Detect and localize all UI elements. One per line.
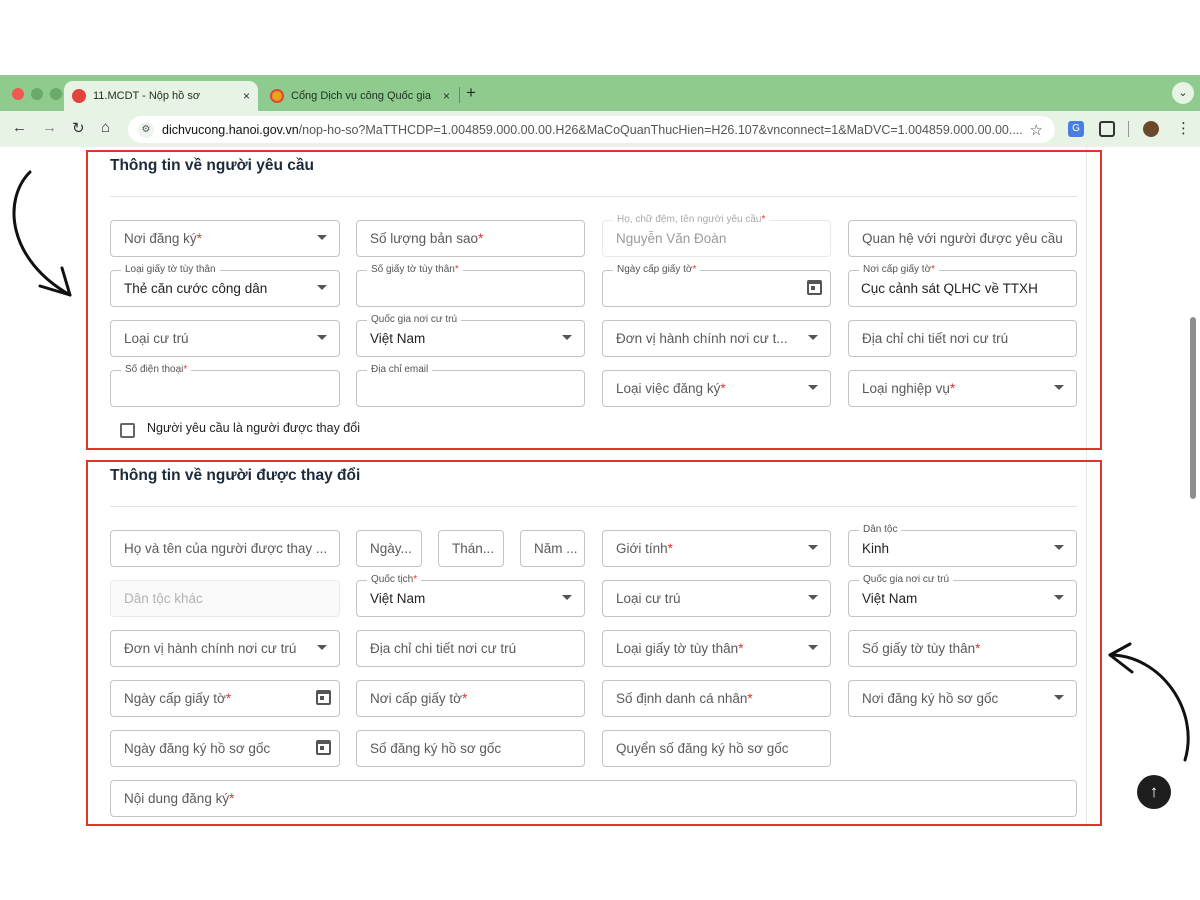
loai-cu-tru-select[interactable]: Loại cư trú — [110, 320, 340, 357]
ngay-sinh-input[interactable]: Ngày... — [356, 530, 422, 567]
ngay-cap-input[interactable]: Ngày cấp giấy tờ* — [602, 264, 831, 307]
dropdown-caret-icon — [317, 645, 327, 650]
quoc-gia-select[interactable]: Quốc gia nơi cư trú Việt Nam — [356, 314, 585, 357]
dropdown-caret-icon — [317, 235, 327, 240]
page-content: Thông tin về người yêu cầu Nơi đăng ký* … — [0, 147, 1200, 827]
dropdown-caret-icon — [808, 545, 818, 550]
ho-ten-nguoi-duoc-thay-doi-input[interactable]: Họ và tên của người được thay ... — [110, 530, 340, 567]
section-title: Thông tin về người được thay đổi — [110, 467, 361, 484]
quyen-so-goc-input[interactable]: Quyển số đăng ký hồ sơ gốc — [602, 730, 831, 767]
so-giay-to-input[interactable]: Số giấy tờ tùy thân* — [848, 630, 1077, 667]
dropdown-caret-icon — [1054, 385, 1064, 390]
ho-ten-nguoi-yeu-cau-field: Họ, chữ đệm, tên người yêu cầu* Nguyễn V… — [602, 214, 831, 257]
scroll-to-top-button[interactable]: ↑ — [1137, 775, 1171, 809]
translate-icon[interactable]: G — [1068, 121, 1084, 137]
dropdown-caret-icon — [808, 645, 818, 650]
tab-bar: 11.MCDT - Nộp hồ sơ × Cổng Dịch vụ công … — [0, 75, 1200, 111]
loai-giay-to-select[interactable]: Loại giấy tờ tùy thân* — [602, 630, 831, 667]
maximize-window-icon[interactable] — [50, 88, 62, 100]
loai-viec-dang-ky-select[interactable]: Loại việc đăng ký* — [602, 370, 831, 407]
tab-separator — [459, 87, 460, 103]
thang-sinh-input[interactable]: Thán... — [438, 530, 504, 567]
noi-cap-input[interactable]: Nơi cấp giấy tờ* Cục cảnh sát QLHC về TT… — [848, 264, 1077, 307]
minimize-window-icon[interactable] — [31, 88, 43, 100]
annotation-arrow-left — [12, 170, 72, 297]
address-bar[interactable]: ⚙ dichvucong.hanoi.gov.vn /nop-ho-so?MaT… — [128, 116, 1055, 143]
noi-dang-ky-goc-select[interactable]: Nơi đăng ký hồ sơ gốc — [848, 680, 1077, 717]
dropdown-caret-icon — [808, 595, 818, 600]
calendar-icon[interactable] — [807, 280, 822, 295]
close-tab-icon[interactable]: × — [443, 89, 450, 103]
browser-chrome: 11.MCDT - Nộp hồ sơ × Cổng Dịch vụ công … — [0, 75, 1200, 147]
divider — [110, 196, 1077, 197]
arrow-up-icon: ↑ — [1149, 782, 1159, 801]
close-tab-icon[interactable]: × — [243, 89, 250, 103]
loai-nghiep-vu-select[interactable]: Loại nghiệp vụ* — [848, 370, 1077, 407]
forward-icon[interactable]: → — [42, 119, 57, 136]
nam-sinh-input[interactable]: Năm ... — [520, 530, 585, 567]
dropdown-caret-icon — [317, 335, 327, 340]
close-window-icon[interactable] — [12, 88, 24, 100]
loai-cu-tru-select[interactable]: Loại cư trú — [602, 580, 831, 617]
don-vi-hanh-chinh-select[interactable]: Đơn vị hành chính nơi cư t... — [602, 320, 831, 357]
so-dien-thoai-input[interactable]: Số điện thoại* — [110, 364, 340, 407]
section-title: Thông tin về người yêu cầu — [110, 157, 314, 174]
nguoi-yeu-cau-checkbox[interactable] — [120, 423, 135, 438]
calendar-icon[interactable] — [316, 740, 331, 755]
tab-search-icon[interactable]: ⌄ — [1172, 82, 1194, 104]
site-favicon-icon — [270, 89, 284, 103]
so-giay-to-input[interactable]: Số giấy tờ tùy thân* — [356, 264, 585, 307]
quan-he-input[interactable]: Quan hệ với người được yêu cầu — [848, 220, 1077, 257]
menu-icon[interactable]: ⋮ — [1176, 121, 1192, 137]
dia-chi-input[interactable]: Địa chỉ chi tiết nơi cư trú — [356, 630, 585, 667]
dropdown-caret-icon — [317, 285, 327, 290]
dan-toc-khac-input: Dân tộc khác — [110, 580, 340, 617]
scrollbar[interactable] — [1190, 317, 1196, 499]
dropdown-caret-icon — [808, 335, 818, 340]
new-tab-button[interactable]: + — [466, 83, 476, 103]
divider — [110, 506, 1077, 507]
extensions-icon[interactable] — [1099, 121, 1115, 137]
browser-toolbar: ← → ↻ ⌂ ⚙ dichvucong.hanoi.gov.vn /nop-h… — [0, 111, 1200, 147]
quoc-gia-select[interactable]: Quốc gia nơi cư trú Việt Nam — [848, 574, 1077, 617]
dropdown-caret-icon — [1054, 545, 1064, 550]
annotation-arrow-right — [1108, 642, 1190, 762]
site-info-icon[interactable]: ⚙ — [138, 121, 154, 138]
site-favicon-icon — [72, 89, 86, 103]
star-icon[interactable]: ☆ — [1030, 121, 1043, 139]
noi-dung-dang-ky-input[interactable]: Nội dung đăng ký* — [110, 780, 1077, 817]
noi-cap-input[interactable]: Nơi cấp giấy tờ* — [356, 680, 585, 717]
so-dang-ky-goc-input[interactable]: Số đăng ký hồ sơ gốc — [356, 730, 585, 767]
dropdown-caret-icon — [1054, 595, 1064, 600]
tab-cong-dich-vu-cong[interactable]: Cổng Dịch vụ công Quốc gia × — [262, 81, 458, 111]
ngay-cap-input[interactable]: Ngày cấp giấy tờ* — [110, 680, 340, 717]
dan-toc-select[interactable]: Dân tộc Kinh — [848, 524, 1077, 567]
url-path: /nop-ho-so?MaTTHCDP=1.004859.000.00.00.H… — [298, 122, 1023, 137]
so-luong-ban-sao-input[interactable]: Số lượng bản sao* — [356, 220, 585, 257]
dia-chi-input[interactable]: Địa chỉ chi tiết nơi cư trú — [848, 320, 1077, 357]
dropdown-caret-icon — [562, 595, 572, 600]
profile-avatar[interactable] — [1143, 121, 1159, 137]
noi-dang-ky-select[interactable]: Nơi đăng ký* — [110, 220, 340, 257]
dropdown-caret-icon — [808, 385, 818, 390]
ngay-dang-ky-goc-input[interactable]: Ngày đăng ký hồ sơ gốc — [110, 730, 340, 767]
toolbar-separator — [1128, 121, 1129, 137]
don-vi-hanh-chinh-select[interactable]: Đơn vị hành chính nơi cư trú — [110, 630, 340, 667]
so-dinh-danh-input[interactable]: Số định danh cá nhân* — [602, 680, 831, 717]
tab-title: 11.MCDT - Nộp hồ sơ — [93, 90, 201, 102]
gioi-tinh-select[interactable]: Giới tính* — [602, 530, 831, 567]
loai-giay-to-select[interactable]: Loại giấy tờ tùy thân Thẻ căn cước công … — [110, 264, 340, 307]
email-input[interactable]: Địa chỉ email — [356, 364, 585, 407]
dropdown-caret-icon — [562, 335, 572, 340]
checkbox-label: Người yêu cầu là người được thay đổi — [147, 421, 360, 435]
tab-nop-ho-so[interactable]: 11.MCDT - Nộp hồ sơ × — [64, 81, 258, 111]
calendar-icon[interactable] — [316, 690, 331, 705]
reload-icon[interactable]: ↻ — [72, 119, 85, 137]
dropdown-caret-icon — [1054, 695, 1064, 700]
back-icon[interactable]: ← — [12, 119, 27, 136]
quoc-tich-select[interactable]: Quốc tịch* Việt Nam — [356, 574, 585, 617]
url-host: dichvucong.hanoi.gov.vn — [162, 122, 299, 137]
home-icon[interactable]: ⌂ — [101, 119, 110, 136]
tab-title: Cổng Dịch vụ công Quốc gia — [291, 90, 432, 102]
